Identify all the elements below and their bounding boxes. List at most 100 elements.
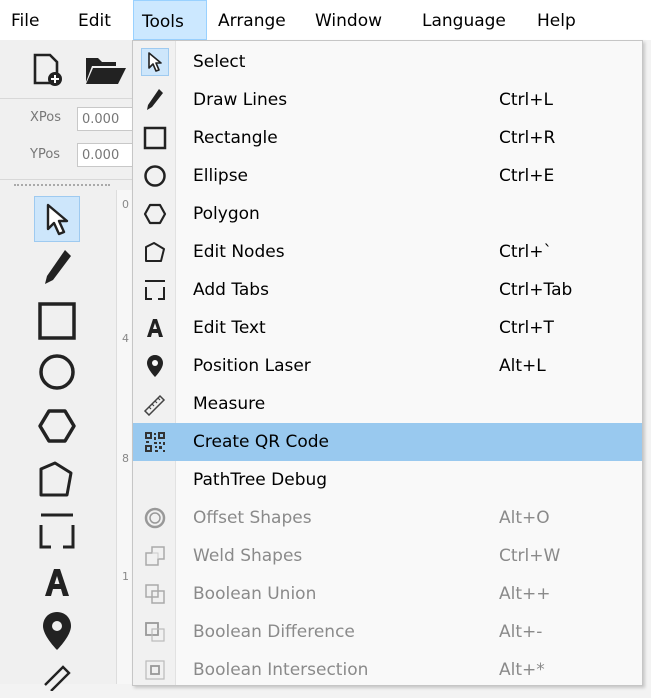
menu-item-ellipse[interactable]: Ellipse Ctrl+E xyxy=(133,157,642,195)
menu-item-polygon[interactable]: Polygon xyxy=(133,195,642,233)
menu-item-draw-lines[interactable]: Draw Lines Ctrl+L xyxy=(133,81,642,119)
menu-item-shortcut: Alt++ xyxy=(499,584,551,604)
menu-item-shortcut: Alt+* xyxy=(499,660,545,680)
menu-item-shortcut: Ctrl+E xyxy=(499,166,555,186)
difference-icon xyxy=(141,618,169,646)
menu-window[interactable]: Window xyxy=(307,0,390,40)
menu-item-shortcut: Alt+O xyxy=(499,508,550,528)
ellipse-icon xyxy=(141,162,169,190)
menu-item-label: Weld Shapes xyxy=(193,546,303,566)
menu-item-weld-shapes: Weld Shapes Ctrl+W xyxy=(133,537,642,575)
menu-item-position-laser[interactable]: Position Laser Alt+L xyxy=(133,347,642,385)
menu-item-label: Select xyxy=(193,52,246,72)
hexagon-icon xyxy=(141,200,169,228)
menu-item-shortcut: Ctrl+Tab xyxy=(499,280,573,300)
location-pin-icon xyxy=(43,612,71,650)
position-panel: XPos 0.000 YPos 0.000 xyxy=(0,99,140,180)
rectangle-icon xyxy=(38,302,76,340)
weld-icon xyxy=(141,542,169,570)
cursor-icon xyxy=(46,203,69,236)
menu-item-boolean-union: Boolean Union Alt++ xyxy=(133,575,642,613)
tool-draw-lines[interactable] xyxy=(34,245,80,291)
hexagon-icon xyxy=(38,409,76,443)
ypos-input[interactable]: 0.000 xyxy=(77,143,137,167)
menu-item-edit-nodes[interactable]: Edit Nodes Ctrl+` xyxy=(133,233,642,271)
tool-rectangle[interactable] xyxy=(34,298,80,344)
tool-edit-nodes[interactable] xyxy=(34,456,80,502)
pen-icon xyxy=(45,250,71,284)
pen-icon xyxy=(141,86,169,114)
qr-code-icon xyxy=(141,428,169,456)
offset-icon xyxy=(141,504,169,532)
ruler-tick: 0 xyxy=(122,198,129,211)
menu-item-label: Position Laser xyxy=(193,356,311,376)
tool-edit-text[interactable] xyxy=(34,559,80,605)
menu-item-rectangle[interactable]: Rectangle Ctrl+R xyxy=(133,119,642,157)
union-icon xyxy=(141,580,169,608)
main-toolbar xyxy=(0,40,140,99)
menu-item-measure[interactable]: Measure xyxy=(133,385,642,423)
menu-item-label: PathTree Debug xyxy=(193,470,328,490)
menu-item-shortcut: Ctrl+R xyxy=(499,128,556,148)
menu-bar: File Edit Tools Arrange Window Language … xyxy=(0,0,651,40)
text-icon xyxy=(45,569,69,596)
panel-grip[interactable] xyxy=(14,184,110,188)
ruler-icon xyxy=(44,665,71,691)
tool-position-laser[interactable] xyxy=(34,608,80,654)
ellipse-icon xyxy=(39,354,75,390)
menu-item-shortcut: Ctrl+W xyxy=(499,546,561,566)
nodes-icon xyxy=(141,238,169,266)
nodes-icon xyxy=(39,461,73,497)
tool-ellipse[interactable] xyxy=(34,349,80,395)
xpos-input[interactable]: 0.000 xyxy=(77,107,137,131)
tools-menu: Select Draw Lines Ctrl+L Rectangle Ctrl+… xyxy=(132,40,643,686)
menu-item-select[interactable]: Select xyxy=(133,43,642,81)
menu-item-label: Measure xyxy=(193,394,266,414)
menu-edit[interactable]: Edit xyxy=(70,0,119,40)
menu-item-edit-text[interactable]: Edit Text Ctrl+T xyxy=(133,309,642,347)
menu-item-label: Polygon xyxy=(193,204,260,224)
menu-item-shortcut: Alt+- xyxy=(499,622,543,642)
menu-help[interactable]: Help xyxy=(529,0,584,40)
location-pin-icon xyxy=(141,352,169,380)
menu-tools[interactable]: Tools xyxy=(133,0,207,40)
menu-item-boolean-difference: Boolean Difference Alt+- xyxy=(133,613,642,651)
tool-add-tabs[interactable] xyxy=(34,508,80,554)
menu-item-shortcut: Alt+L xyxy=(499,356,546,376)
menu-item-label: Boolean Intersection xyxy=(193,660,369,680)
menu-item-label: Edit Nodes xyxy=(193,242,285,262)
menu-item-add-tabs[interactable]: Add Tabs Ctrl+Tab xyxy=(133,271,642,309)
tool-measure[interactable] xyxy=(34,652,80,698)
menu-arrange[interactable]: Arrange xyxy=(210,0,294,40)
menu-item-create-qr-code[interactable]: Create QR Code xyxy=(133,423,642,461)
menu-item-shortcut: Ctrl+T xyxy=(499,318,554,338)
menu-item-label: Ellipse xyxy=(193,166,249,186)
ypos-label: YPos xyxy=(30,147,61,162)
menu-item-label: Create QR Code xyxy=(193,432,330,452)
menu-file[interactable]: File xyxy=(3,0,47,40)
menu-item-label: Add Tabs xyxy=(193,280,269,300)
xpos-label: XPos xyxy=(30,110,62,125)
ruler-tick: 8 xyxy=(122,452,129,465)
text-icon xyxy=(141,314,169,342)
menu-item-shortcut: Ctrl+` xyxy=(499,242,552,262)
menu-item-boolean-intersection: Boolean Intersection Alt+* xyxy=(133,651,642,685)
cursor-icon xyxy=(141,48,169,76)
menu-item-pathtree-debug[interactable]: PathTree Debug xyxy=(133,461,642,499)
ruler-icon xyxy=(141,390,169,418)
menu-item-label: Rectangle xyxy=(193,128,278,148)
menu-item-label: Boolean Union xyxy=(193,584,317,604)
open-folder-icon[interactable] xyxy=(84,54,128,86)
menu-language[interactable]: Language xyxy=(414,0,514,40)
menu-item-label: Boolean Difference xyxy=(193,622,355,642)
menu-item-label: Draw Lines xyxy=(193,90,288,110)
intersection-icon xyxy=(141,656,169,684)
ruler-tick: 4 xyxy=(122,332,129,345)
tabs-icon xyxy=(39,513,75,549)
menu-item-label: Edit Text xyxy=(193,318,266,338)
ruler-tick: 1 xyxy=(122,570,129,583)
tool-select[interactable] xyxy=(34,196,80,242)
tool-polygon[interactable] xyxy=(34,403,80,449)
tabs-icon xyxy=(141,276,169,304)
new-file-icon[interactable] xyxy=(30,52,66,88)
